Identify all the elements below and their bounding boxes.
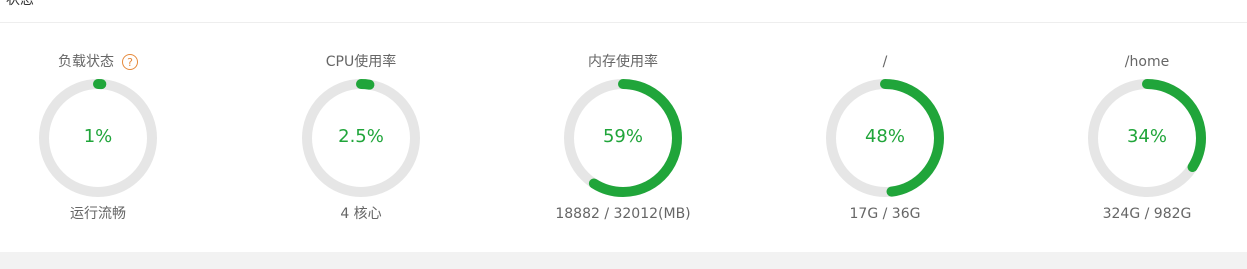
- gauge-value: 59%: [602, 126, 643, 147]
- gauge-subtext: 324G / 982G: [1102, 206, 1192, 222]
- gauge-label: /: [882, 54, 888, 70]
- gauge-memory-usage: 内存使用率 59% 18882 / 32012(MB): [533, 0, 713, 252]
- gauge-label: /home: [1124, 54, 1170, 70]
- gauge-subtext: 运行流畅: [70, 206, 126, 222]
- gauge-label: 负载状态?: [8, 53, 188, 71]
- gauge-value: 2.5%: [338, 126, 384, 147]
- status-panel: 状态 负载状态? 1% 运行流畅 CPU使用率 2.5% 4 核心 内存使用率 …: [0, 0, 1247, 252]
- gauge-label: CPU使用率: [325, 54, 397, 70]
- gauge-value: 1%: [83, 126, 113, 147]
- gauge-label-text: 负载状态: [58, 54, 114, 70]
- gauge-subtext: 4 核心: [340, 206, 382, 222]
- gauge-label: 内存使用率: [588, 54, 658, 70]
- question-circle-icon[interactable]: ?: [122, 54, 138, 70]
- gauge-disk-root: / 48% 17G / 36G: [795, 0, 975, 252]
- gauge-value: 34%: [1126, 126, 1167, 147]
- gauge-disk-home: /home 34% 324G / 982G: [1057, 0, 1237, 252]
- gauge-load-status: 负载状态? 1% 运行流畅: [8, 0, 188, 252]
- gauge-value: 48%: [864, 126, 905, 147]
- gauge-subtext: 18882 / 32012(MB): [555, 206, 691, 222]
- gauge-subtext: 17G / 36G: [849, 206, 921, 222]
- gauge-cpu-usage: CPU使用率 2.5% 4 核心: [271, 0, 451, 252]
